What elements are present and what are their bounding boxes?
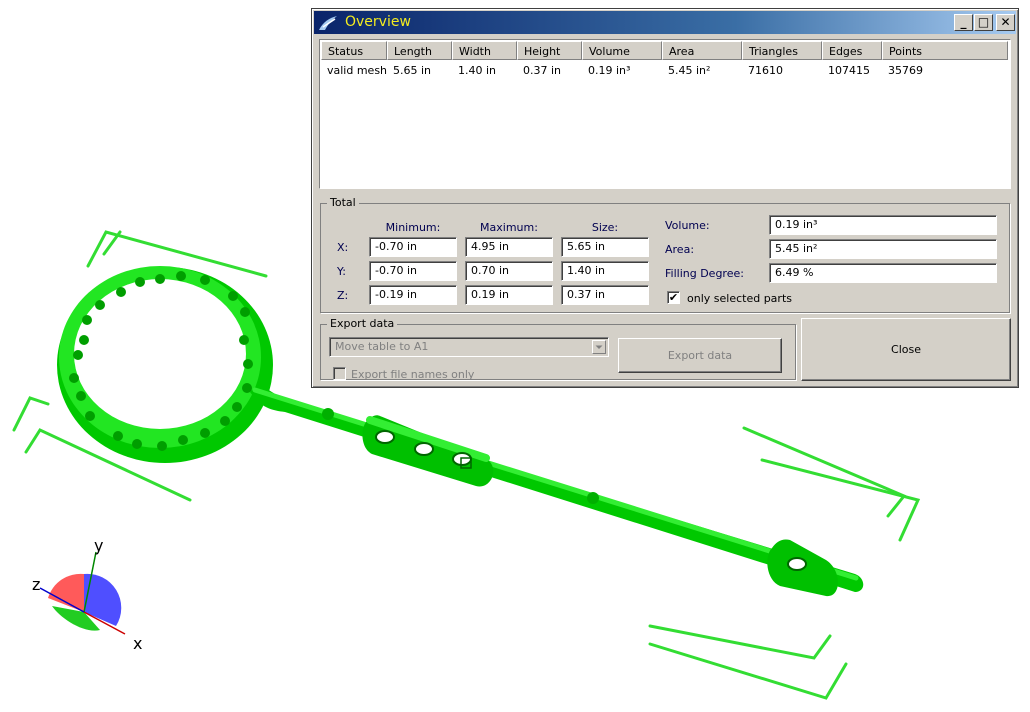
close-button[interactable]: Close [801,318,1011,381]
mesh-table[interactable]: Status Length Width Height Volume Area T… [319,39,1011,189]
export-target-dropdown[interactable]: Move table to A1 [329,337,609,357]
z-max-field[interactable]: 0.19 in [465,285,553,305]
column-header-length[interactable]: Length [387,41,452,60]
column-header-height[interactable]: Height [517,41,582,60]
checkmark-icon: ✔ [668,291,679,304]
y-min-field[interactable]: -0.70 in [369,261,457,281]
column-header-triangles[interactable]: Triangles [742,41,822,60]
z-label: Z: [337,289,349,302]
x-min-field[interactable]: -0.70 in [369,237,457,257]
volume-label: Volume: [665,219,710,232]
export-file-names-label: Export file names only [351,368,475,381]
chevron-down-icon [592,340,606,354]
volume-field[interactable]: 0.19 in³ [769,215,997,235]
axis-z-label: z [32,575,40,594]
cell-edges: 107415 [828,64,870,77]
total-group-label: Total [327,196,359,209]
column-header-width[interactable]: Width [452,41,517,60]
maximize-button[interactable]: □ [974,14,993,31]
cell-area: 5.45 in² [668,64,711,77]
z-size-field[interactable]: 0.37 in [561,285,649,305]
export-target-value: Move table to A1 [335,340,429,353]
title-bar[interactable]: Overview _ □ ✕ [314,11,1016,34]
export-group-label: Export data [327,317,398,330]
window-title: Overview [345,14,411,30]
cell-height: 0.37 in [523,64,562,77]
overview-dialog: Overview _ □ ✕ Status Length Width Heigh… [311,8,1019,388]
export-data-button[interactable]: Export data [618,338,782,373]
cell-points: 35769 [888,64,923,77]
export-group: Export data Move table to A1 Export data… [320,317,796,381]
minimize-icon: _ [960,15,967,29]
z-min-field[interactable]: -0.19 in [369,285,457,305]
y-size-field[interactable]: 1.40 in [561,261,649,281]
x-size-field[interactable]: 5.65 in [561,237,649,257]
minimum-header: Minimum: [385,221,441,234]
size-header: Size: [591,221,619,234]
maximize-icon: □ [977,15,990,29]
column-header-status[interactable]: Status [321,41,387,60]
area-label: Area: [665,243,695,256]
cell-volume: 0.19 in³ [588,64,631,77]
column-header-edges[interactable]: Edges [822,41,882,60]
area-field[interactable]: 5.45 in² [769,239,997,259]
cell-triangles: 71610 [748,64,783,77]
x-label: X: [337,241,349,254]
y-max-field[interactable]: 0.70 in [465,261,553,281]
app-logo-icon [319,16,337,30]
x-max-field[interactable]: 4.95 in [465,237,553,257]
export-file-names-checkbox[interactable] [333,367,346,380]
maximum-header: Maximum: [480,221,538,234]
close-window-button[interactable]: ✕ [996,14,1015,31]
close-icon: ✕ [1000,15,1011,29]
axis-x-label: x [133,634,142,653]
total-group: Total Minimum: Maximum: Size: X: -0.70 i… [320,196,1010,313]
only-selected-label: only selected parts [687,292,792,305]
axis-y-label: y [94,536,103,555]
only-selected-checkbox[interactable]: ✔ [667,291,680,304]
y-label: Y: [337,265,346,278]
column-header-points[interactable]: Points [882,41,1008,60]
cell-length: 5.65 in [393,64,432,77]
column-header-area[interactable]: Area [662,41,742,60]
filling-degree-field[interactable]: 6.49 % [769,263,997,283]
cell-width: 1.40 in [458,64,497,77]
column-header-volume[interactable]: Volume [582,41,662,60]
cell-status: valid mesh [327,64,388,77]
axis-triad: x y z [32,536,142,653]
filling-degree-label: Filling Degree: [665,267,744,280]
minimize-button[interactable]: _ [954,14,973,31]
